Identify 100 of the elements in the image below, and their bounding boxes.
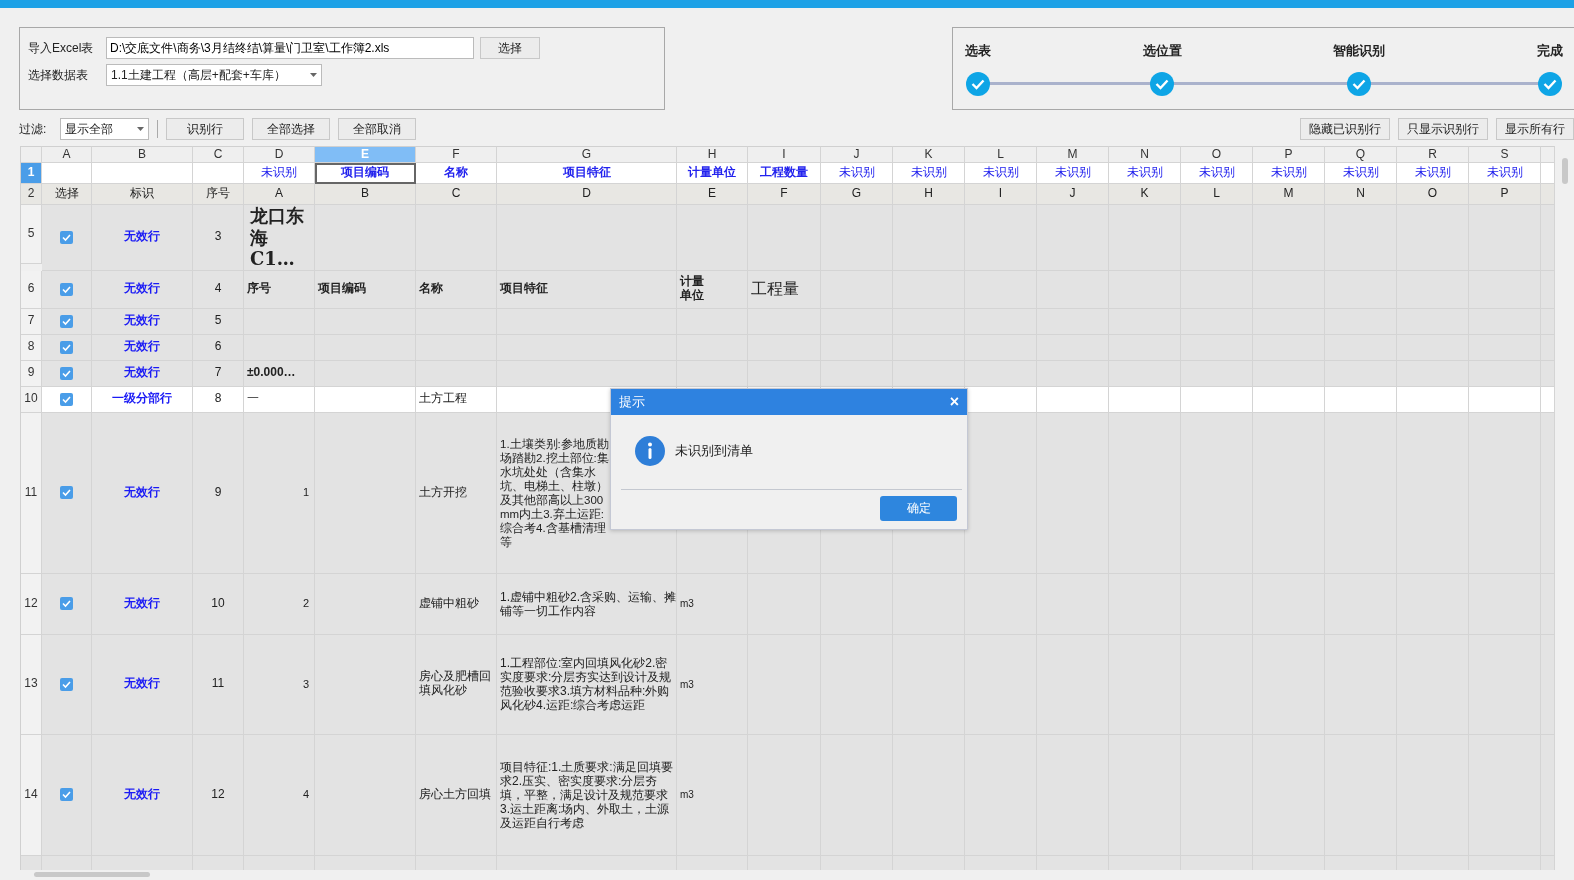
column-type-cell[interactable]: 未识别	[1181, 163, 1253, 184]
row-header[interactable]: 9	[21, 360, 42, 387]
column-type-cell[interactable]: 未识别	[893, 163, 965, 184]
checkbox[interactable]	[60, 788, 73, 802]
row-header[interactable]: 8	[21, 334, 42, 361]
table-cell: 房心及肥槽回填风化砂	[416, 634, 497, 735]
column-header[interactable]: K	[893, 146, 965, 163]
table-cell: 3	[193, 205, 244, 271]
checkbox[interactable]	[60, 366, 73, 380]
table-cell: 项目特征	[497, 270, 677, 309]
filter-label: 过滤:	[19, 120, 47, 138]
table-cell: 土方工程	[416, 386, 497, 413]
header-cell: L	[1181, 184, 1253, 205]
table-cell: 10	[193, 573, 244, 635]
checkbox[interactable]	[60, 486, 73, 500]
scrollbar-thumb[interactable]	[34, 872, 150, 877]
row-type-label: 一级分部行	[112, 392, 172, 407]
header-cell: C	[416, 184, 497, 205]
file-path-field[interactable]: D:\交底文件\商务\3月结终结\算量\门卫室\工作簿2.xls	[106, 37, 474, 59]
header-cell: 选择	[42, 184, 92, 205]
column-type-cell[interactable]: 未识别	[244, 163, 315, 184]
column-type-cell[interactable]: 名称	[416, 163, 497, 184]
grid-cell	[1253, 360, 1325, 387]
column-type-cell[interactable]: 未识别	[1109, 163, 1181, 184]
column-type-cell[interactable]: 未识别	[965, 163, 1037, 184]
table-cell: ±0.000…	[244, 360, 315, 387]
sheet-label: 选择数据表	[28, 66, 89, 84]
row-header[interactable]: 13	[21, 634, 42, 735]
grid-cell	[1541, 205, 1555, 271]
column-header[interactable]: B	[92, 146, 193, 163]
column-type-cell[interactable]: 项目特征	[497, 163, 677, 184]
column-type-cell[interactable]: 未识别	[821, 163, 893, 184]
column-header[interactable]: D	[244, 146, 315, 163]
table-cell: 房心土方回填	[416, 734, 497, 856]
filter-dropdown[interactable]: 显示全部	[60, 118, 150, 140]
column-header[interactable]: G	[497, 146, 677, 163]
toolbar-button[interactable]: 隐藏已识别行	[1300, 118, 1390, 140]
row-header[interactable]: 2	[21, 184, 42, 205]
checkbox[interactable]	[60, 314, 73, 328]
checkbox[interactable]	[60, 677, 73, 691]
scrollbar-thumb[interactable]	[1562, 158, 1568, 184]
column-header[interactable]: O	[1181, 146, 1253, 163]
column-header[interactable]: S	[1469, 146, 1541, 163]
table-cell: 计量单位	[677, 270, 748, 309]
ok-button[interactable]: 确定	[880, 496, 957, 521]
toolbar-button[interactable]: 显示所有行	[1496, 118, 1574, 140]
toolbar-button[interactable]: 全部选择	[252, 118, 331, 140]
header-cell: B	[315, 184, 416, 205]
column-header[interactable]: I	[748, 146, 821, 163]
grid-cell	[1181, 386, 1253, 413]
table-cell: 龙口东海C1…	[244, 205, 315, 271]
toolbar-button[interactable]: 只显示识别行	[1398, 118, 1488, 140]
column-type-cell[interactable]: 未识别	[1253, 163, 1325, 184]
table-cell: 8	[193, 386, 244, 413]
checkbox[interactable]	[60, 392, 73, 406]
column-header[interactable]: P	[1253, 146, 1325, 163]
grid-cell	[1325, 386, 1397, 413]
grid-cell	[965, 360, 1037, 387]
close-button[interactable]: ×	[949, 393, 959, 411]
column-type-cell[interactable]: 未识别	[1037, 163, 1109, 184]
row-header[interactable]: 7	[21, 308, 42, 335]
column-header[interactable]: H	[677, 146, 748, 163]
toolbar-button[interactable]: 识别行	[166, 118, 245, 140]
checkbox[interactable]	[60, 340, 73, 354]
column-type-cell[interactable]: 未识别	[1469, 163, 1541, 184]
row-header[interactable]: 5	[21, 205, 42, 264]
column-header[interactable]: R	[1397, 146, 1469, 163]
column-header[interactable]: M	[1037, 146, 1109, 163]
row-header[interactable]: 10	[21, 386, 42, 413]
row-header[interactable]: 14	[21, 734, 42, 856]
column-header[interactable]: A	[42, 146, 92, 163]
checkbox[interactable]	[60, 230, 73, 244]
column-header[interactable]: L	[965, 146, 1037, 163]
column-type-cell[interactable]: 未识别	[1397, 163, 1469, 184]
table-cell: 9	[193, 412, 244, 574]
column-type-cell[interactable]: 工程数量	[748, 163, 821, 184]
column-header[interactable]: F	[416, 146, 497, 163]
step-label: 完成	[1536, 42, 1563, 60]
toolbar-button[interactable]: 全部取消	[338, 118, 417, 140]
checkbox[interactable]	[60, 282, 73, 296]
column-type-cell[interactable]: 未识别	[1325, 163, 1397, 184]
column-header[interactable]: N	[1109, 146, 1181, 163]
grid-cell	[677, 360, 748, 387]
row-header[interactable]: 12	[21, 573, 42, 635]
header-cell: O	[1397, 184, 1469, 205]
grid-cell	[1181, 360, 1253, 387]
column-header[interactable]: Q	[1325, 146, 1397, 163]
table-cell: 虚铺中粗砂	[416, 573, 497, 635]
row-header[interactable]: 11	[21, 412, 42, 574]
row-header[interactable]: 6	[21, 270, 42, 309]
sheet-dropdown[interactable]: 1.1土建工程（高层+配套+车库）	[106, 64, 322, 86]
table-cell: 项目特征:1.土质要求:满足回填要求2.压实、密实度要求:分层夯填，平整，满足设计及规范要求3.运土距离:场内、外取土，土源及运距自行考虑	[497, 734, 677, 856]
column-type-cell[interactable]: 项目编码	[315, 163, 416, 184]
choose-button[interactable]: 选择	[480, 37, 540, 59]
column-header[interactable]: C	[193, 146, 244, 163]
column-type-cell[interactable]: 计量单位	[677, 163, 748, 184]
column-header[interactable]: J	[821, 146, 893, 163]
checkbox[interactable]	[60, 597, 73, 611]
header-cell: N	[1325, 184, 1397, 205]
grid-cell	[821, 360, 893, 387]
